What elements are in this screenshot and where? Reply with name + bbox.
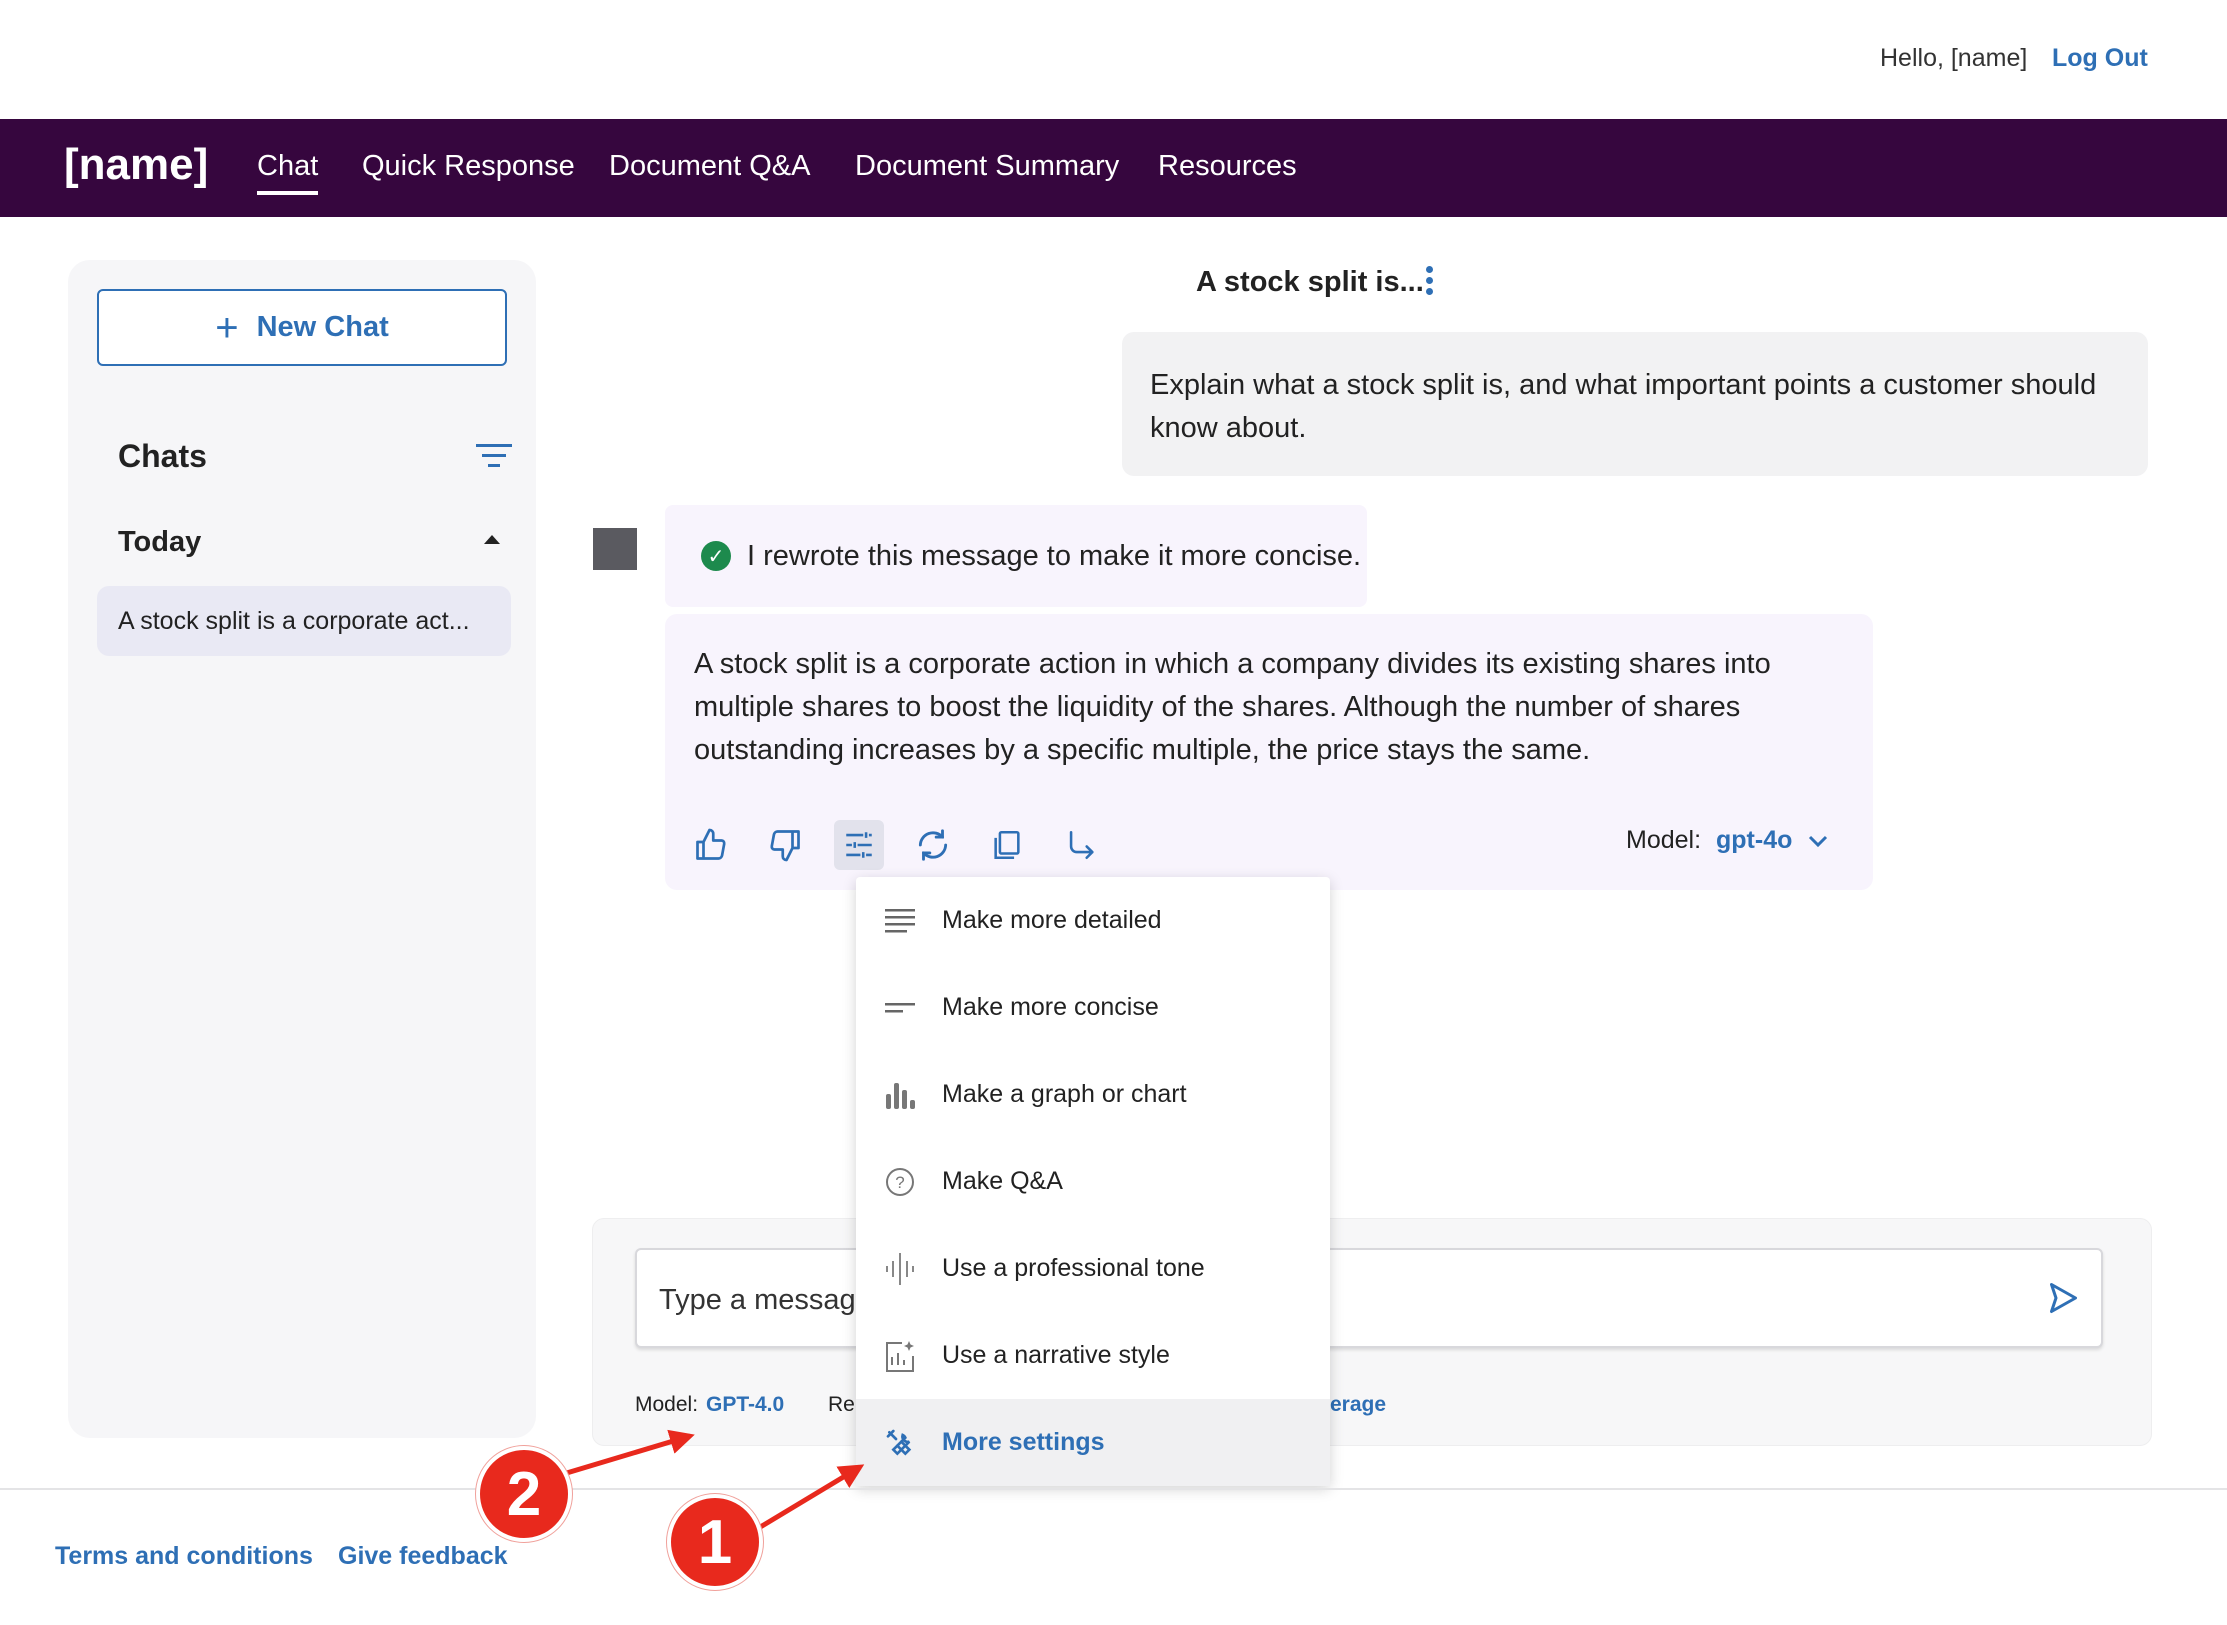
new-chat-button[interactable]: + New Chat xyxy=(97,289,507,366)
tab-document-qa[interactable]: Document Q&A xyxy=(609,150,810,183)
menu-item-label: Make a graph or chart xyxy=(942,1080,1187,1108)
assistant-avatar xyxy=(593,528,637,570)
composer-model-link[interactable]: GPT-4.0 xyxy=(706,1393,784,1417)
user-message: Explain what a stock split is, and what … xyxy=(1122,332,2148,476)
chat-group-today: Today xyxy=(118,526,202,558)
response-model-value: gpt-4o xyxy=(1716,826,1793,854)
response-model-select[interactable]: gpt-4o xyxy=(1716,826,1829,855)
question-circle-icon: ? xyxy=(882,1164,918,1200)
menu-item-label: Make Q&A xyxy=(942,1167,1063,1195)
conversation-title: A stock split is... xyxy=(1196,266,1424,298)
adjust-response-icon[interactable] xyxy=(834,820,884,870)
check-circle-icon: ✓ xyxy=(701,541,731,571)
assistant-message-text: A stock split is a corporate action in w… xyxy=(694,648,1771,766)
sidebar xyxy=(68,260,536,1438)
menu-item-label: Use a professional tone xyxy=(942,1254,1205,1282)
menu-item-more-concise[interactable]: Make more concise xyxy=(856,964,1330,1051)
adjust-response-menu: Make more detailed Make more concise Mak… xyxy=(856,877,1330,1486)
plus-icon: + xyxy=(215,305,239,350)
composer-setting-link[interactable]: erage xyxy=(1330,1393,1386,1417)
menu-item-label: Make more detailed xyxy=(942,906,1162,934)
greeting-text: Hello, [name] xyxy=(1880,44,2028,72)
tab-quick-response[interactable]: Quick Response xyxy=(362,150,575,183)
tab-chat[interactable]: Chat xyxy=(257,150,318,183)
rewrite-notice-text: I rewrote this message to make it more c… xyxy=(747,539,1362,572)
menu-item-graph-chart[interactable]: Make a graph or chart xyxy=(856,1051,1330,1138)
copy-icon[interactable] xyxy=(982,820,1032,870)
annotation-badge-1: 1 xyxy=(667,1494,763,1590)
svg-text:?: ? xyxy=(895,1173,904,1192)
menu-item-more-settings[interactable]: More settings xyxy=(856,1399,1330,1486)
tools-icon xyxy=(882,1425,918,1461)
refresh-icon[interactable] xyxy=(908,820,958,870)
new-chat-label: New Chat xyxy=(256,311,389,343)
lines-icon xyxy=(882,903,918,939)
chevron-down-icon xyxy=(1809,836,1828,848)
chats-heading: Chats xyxy=(118,438,207,474)
forward-icon[interactable] xyxy=(1056,820,1106,870)
tab-resources[interactable]: Resources xyxy=(1158,150,1297,183)
composer-model-label: Model: xyxy=(635,1393,699,1416)
terms-link[interactable]: Terms and conditions xyxy=(55,1542,313,1571)
menu-item-label: Use a narrative style xyxy=(942,1341,1170,1369)
thumbs-up-icon[interactable] xyxy=(686,820,736,870)
menu-item-professional-tone[interactable]: Use a professional tone xyxy=(856,1225,1330,1312)
menu-item-qa[interactable]: ? Make Q&A xyxy=(856,1138,1330,1225)
rewrite-notice: ✓ I rewrote this message to make it more… xyxy=(665,505,1367,607)
bar-chart-icon xyxy=(882,1077,918,1113)
feedback-link[interactable]: Give feedback xyxy=(338,1542,508,1571)
active-tab-indicator xyxy=(257,191,318,195)
response-model-label: Model: xyxy=(1626,826,1702,854)
menu-item-label: Make more concise xyxy=(942,993,1159,1021)
audio-wave-icon xyxy=(882,1251,918,1287)
thumbs-down-icon[interactable] xyxy=(760,820,810,870)
footer-divider xyxy=(0,1488,2227,1490)
sidebar-chat-item[interactable]: A stock split is a corporate act... xyxy=(97,586,511,656)
short-lines-icon xyxy=(882,990,918,1026)
collapse-caret-icon[interactable] xyxy=(484,535,500,544)
composer-setting-label: Re xyxy=(828,1393,855,1416)
more-options-icon[interactable] xyxy=(1422,266,1436,298)
annotation-badge-2: 2 xyxy=(476,1446,572,1542)
filter-icon[interactable] xyxy=(474,441,514,471)
tab-document-summary[interactable]: Document Summary xyxy=(855,150,1119,183)
logout-link[interactable]: Log Out xyxy=(2052,44,2148,73)
menu-item-narrative-style[interactable]: Use a narrative style xyxy=(856,1312,1330,1399)
menu-item-more-detailed[interactable]: Make more detailed xyxy=(856,877,1330,964)
send-icon[interactable] xyxy=(2044,1280,2080,1316)
brand-logo: [name] xyxy=(64,140,209,189)
menu-item-label: More settings xyxy=(942,1428,1105,1456)
magic-edit-icon xyxy=(882,1338,918,1374)
